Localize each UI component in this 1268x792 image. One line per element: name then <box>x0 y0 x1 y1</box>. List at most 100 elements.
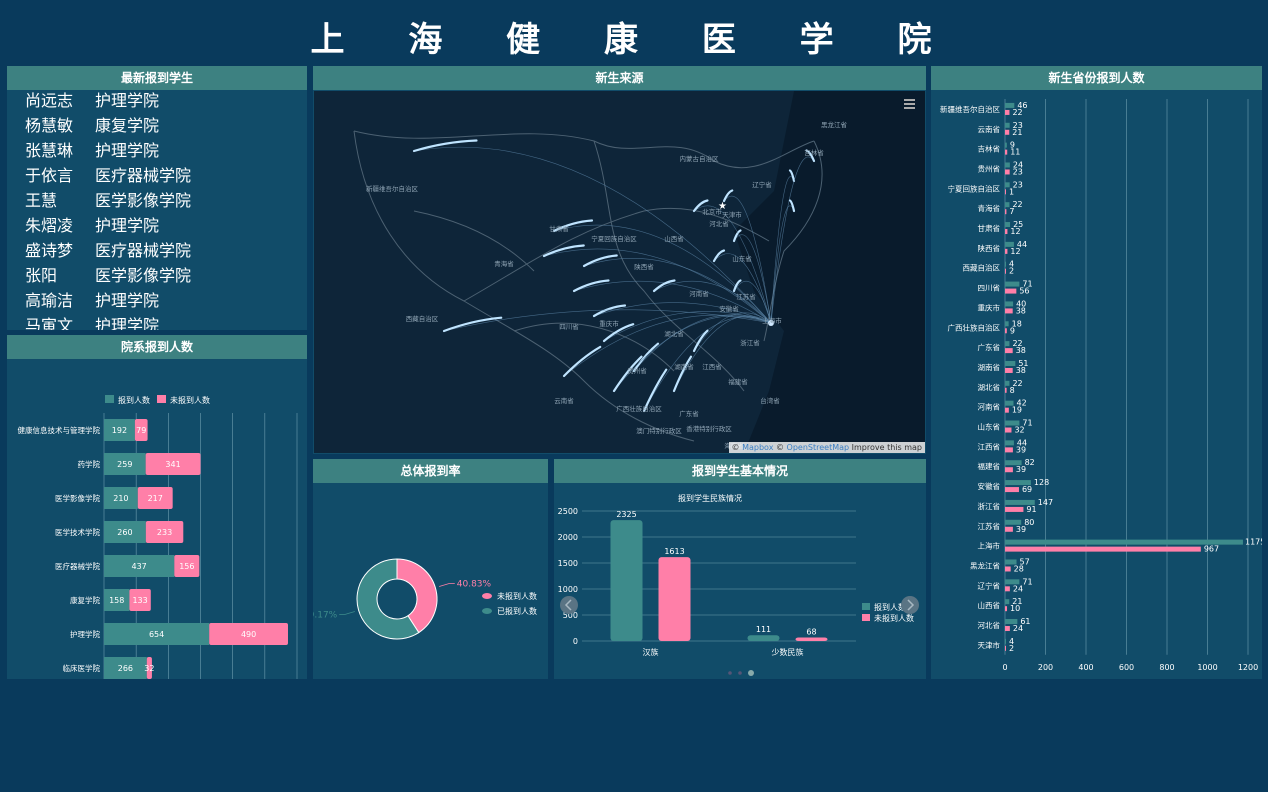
bar-value-label: 8 <box>1010 386 1015 395</box>
bar[interactable] <box>1005 586 1010 592</box>
legend-label[interactable]: 未报到人数 <box>497 591 537 601</box>
bar[interactable] <box>1005 222 1011 228</box>
bar[interactable] <box>1005 209 1007 215</box>
bar[interactable] <box>1005 599 1010 605</box>
pager-dot[interactable] <box>728 671 732 675</box>
x-tick-label: 600 <box>1119 663 1134 672</box>
osm-link[interactable]: OpenStreetMap <box>787 443 850 452</box>
x-tick-label: 1000 <box>1197 663 1217 672</box>
bar[interactable] <box>1005 189 1006 195</box>
bar[interactable] <box>1005 122 1010 128</box>
mapbox-link[interactable]: Mapbox <box>742 443 773 452</box>
bar-value-label: 2 <box>1009 267 1014 276</box>
bar-value-label: 217 <box>148 494 163 503</box>
legend-label[interactable]: 已报到人数 <box>497 606 537 616</box>
menu-icon[interactable] <box>904 99 915 109</box>
legend-label[interactable]: 报到人数 <box>118 395 150 405</box>
bar[interactable] <box>1005 467 1013 473</box>
bar-value-label: 22 <box>1012 108 1022 117</box>
prev-arrow-icon[interactable] <box>560 596 578 614</box>
bar[interactable] <box>1005 301 1014 307</box>
bar[interactable] <box>1005 546 1201 552</box>
bar[interactable] <box>1005 328 1007 334</box>
map-region-label: 湖北省 <box>664 329 684 338</box>
bar[interactable] <box>1005 407 1009 413</box>
bar[interactable] <box>1005 360 1016 366</box>
student-name: 朱熠凌 <box>25 216 74 235</box>
map-region-label: 浙江省 <box>740 338 760 347</box>
bar[interactable] <box>1005 321 1009 327</box>
student-school: 医学影像学院 <box>95 266 192 285</box>
bar[interactable] <box>1005 169 1010 175</box>
bar[interactable] <box>1005 427 1012 433</box>
map-panel-title: 新生来源 <box>313 66 926 90</box>
bar[interactable] <box>1005 129 1010 135</box>
rate-panel-title: 总体报到率 <box>313 459 548 483</box>
bar[interactable] <box>1005 341 1010 347</box>
province-panel: 新生省份报到人数 0 200 400 600 800 1000 1200 新疆维吾尔自治区 46… <box>931 66 1262 679</box>
map-region-label: 广西壮族自治区 <box>616 404 662 413</box>
category-label: 康复学院 <box>70 595 100 605</box>
student-school: 护理学院 <box>95 291 160 310</box>
bar[interactable] <box>1005 348 1013 354</box>
bar[interactable] <box>1005 526 1013 532</box>
bar[interactable] <box>1005 367 1013 373</box>
map-region-label: 北京市 <box>702 207 722 216</box>
bar[interactable] <box>1005 487 1019 493</box>
bar-value-label: 79 <box>136 426 146 435</box>
legend-label[interactable]: 未报到人数 <box>170 395 210 405</box>
pager-dot[interactable] <box>738 671 742 675</box>
map-credit: © Mapbox © OpenStreetMap Improve this ma… <box>728 442 925 453</box>
legend-label[interactable]: 未报到人数 <box>874 613 914 623</box>
map-region-label: 宁夏回族自治区 <box>591 234 637 243</box>
slice-label: 59.17% <box>313 610 338 620</box>
student-row: 王慧 医学影像学院 <box>7 190 307 215</box>
bar[interactable] <box>1005 440 1014 446</box>
province-chart: 0 200 400 600 800 1000 1200新疆维吾尔自治区 4622云南省 2321… <box>940 99 1262 672</box>
student-name: 张慧琳 <box>25 141 74 160</box>
bar[interactable] <box>1005 162 1010 168</box>
bar[interactable] <box>795 637 828 641</box>
bar[interactable] <box>1005 645 1006 651</box>
bar[interactable] <box>1005 109 1010 115</box>
bar[interactable] <box>747 635 780 641</box>
bar[interactable] <box>1005 268 1006 274</box>
next-arrow-icon[interactable] <box>901 596 919 614</box>
bar[interactable] <box>1005 626 1010 632</box>
student-name: 尚远志 <box>25 91 74 110</box>
bar[interactable] <box>658 557 691 641</box>
bar[interactable] <box>1005 606 1008 612</box>
improve-map-link[interactable]: Improve this map <box>849 443 922 452</box>
bar[interactable] <box>1005 261 1006 267</box>
bar[interactable] <box>1005 142 1007 148</box>
x-tick-label: 400 <box>1078 663 1093 672</box>
x-category-label: 少数民族 <box>772 647 804 657</box>
category-label: 江苏省 <box>978 521 1001 531</box>
bar-value-label: 12 <box>1010 227 1020 236</box>
student-row: 尚远志 护理学院 <box>7 90 307 115</box>
student-school: 护理学院 <box>95 216 160 235</box>
bar[interactable] <box>1005 506 1024 512</box>
bar-value-label: 341 <box>165 460 180 469</box>
bar[interactable] <box>1005 248 1008 254</box>
bar[interactable] <box>610 520 643 641</box>
pager-dot[interactable] <box>748 670 754 676</box>
legend-swatch <box>105 395 114 403</box>
category-label: 吉林省 <box>978 144 1001 154</box>
bar[interactable] <box>1005 387 1007 393</box>
bar[interactable] <box>1005 229 1008 235</box>
y-tick-label: 1500 <box>558 559 578 568</box>
bar[interactable] <box>1005 447 1013 453</box>
bar[interactable] <box>1005 281 1020 287</box>
bar[interactable] <box>1005 566 1011 572</box>
bar[interactable] <box>1005 308 1013 314</box>
bar[interactable] <box>1005 288 1017 294</box>
bar[interactable] <box>1005 638 1006 644</box>
student-school: 医学影像学院 <box>95 191 192 210</box>
student-name: 于依言 <box>25 166 74 185</box>
category-label: 医学影像学院 <box>55 493 100 503</box>
bar[interactable] <box>1005 149 1008 155</box>
bar-value-label: 24 <box>1013 584 1023 593</box>
source-map[interactable]: ★ 新疆维吾尔自治区 西藏自治区 青海省 甘肃省 四川省 云南省 内蒙古自治区 宁夏回族自治区陕… <box>314 91 925 453</box>
student-school: 康复学院 <box>95 116 160 135</box>
